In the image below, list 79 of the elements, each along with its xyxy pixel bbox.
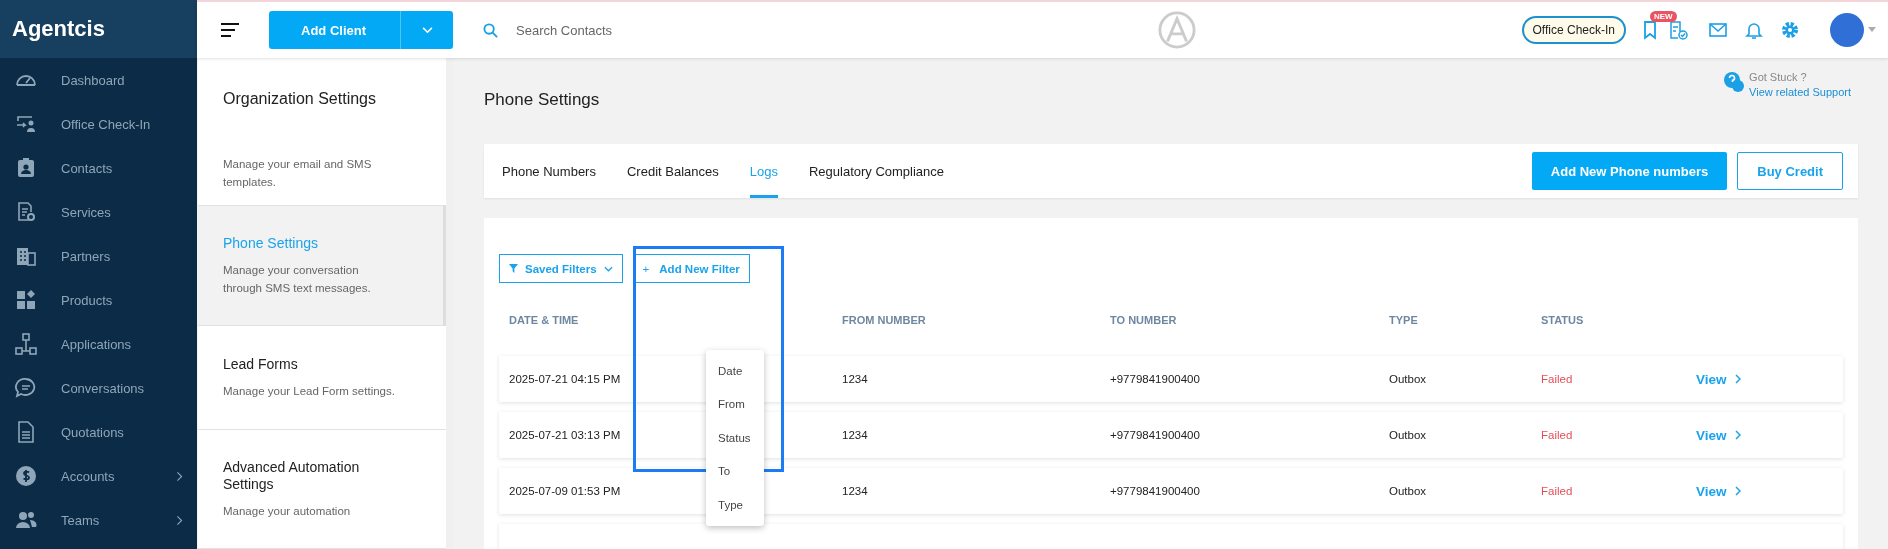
office-check-in-button[interactable]: Office Check-In [1521, 16, 1626, 44]
chevron-icon [1734, 430, 1741, 440]
caret-icon [603, 265, 613, 272]
network-icon [14, 332, 38, 356]
chevron-icon [176, 514, 183, 526]
caret-icon[interactable] [1868, 27, 1876, 33]
table-cell: +9779841900400 [1110, 429, 1200, 441]
dollar-icon [14, 464, 38, 488]
table-cell: 2025-07-21 04:15 PM [509, 373, 621, 385]
table-cell: +9779841900400 [1110, 373, 1200, 385]
table-cell: +9779841900400 [1110, 485, 1200, 497]
bell-icon[interactable] [1744, 20, 1764, 40]
table-cell: Outbox [1389, 485, 1427, 497]
status-text: Failed [1541, 373, 1573, 385]
nav-item[interactable]: Dashboard [0, 58, 197, 102]
caret-icon [421, 26, 433, 34]
settings-item-description: Manage your email and SMS templates. [223, 157, 373, 191]
table-cell: Outbox [1389, 373, 1427, 385]
column-header: STATUS [1541, 313, 1584, 326]
table-cell: Outbox [1389, 429, 1427, 441]
filter-icon [509, 264, 518, 273]
nav-item[interactable]: Conversations [0, 366, 197, 410]
new-badge: NEW [1650, 11, 1677, 22]
table-cell: 1234 [842, 485, 868, 497]
menu-item[interactable]: To [706, 454, 764, 488]
column-header: FROM NUMBER [842, 313, 926, 326]
settings-item[interactable]: Phone Settings Manage your conversation through SMS text messages. [198, 205, 446, 327]
brand-logo: Agentcis [0, 0, 197, 58]
settings-item[interactable]: Advanced Automation Settings Manage your automation [198, 430, 446, 549]
nav-item[interactable]: Quotations [0, 410, 197, 454]
blocks-icon [14, 288, 38, 312]
mail-icon[interactable] [1708, 20, 1728, 40]
support-link[interactable]: View related Support [1749, 86, 1851, 98]
nav-item[interactable]: Accounts [0, 454, 197, 498]
chevron-icon [1734, 374, 1741, 384]
nav-item[interactable]: Applications [0, 322, 197, 366]
nav-item[interactable]: Partners [0, 234, 197, 278]
chat-icon [14, 376, 38, 400]
column-header: TO NUMBER [1110, 313, 1177, 326]
settings-item[interactable]: Manage your email and SMS templates. [198, 142, 446, 206]
help-question: Got Stuck ? [1749, 71, 1808, 83]
nav-item[interactable]: Office Check-In [0, 102, 197, 146]
tab[interactable]: Phone Numbers [502, 144, 596, 198]
table-cell: 1234 [842, 373, 868, 385]
logo-icon [1158, 11, 1196, 49]
panel-title: Organization Settings [222, 89, 377, 109]
table-cell: 2025-07-09 01:53 PM [509, 485, 621, 497]
settings-icon[interactable] [1780, 20, 1800, 40]
help-chat-icon [1723, 71, 1746, 93]
menu-item[interactable]: From [706, 387, 764, 421]
settings-item-description: Manage your automation [223, 503, 352, 519]
page-title: Phone Settings [484, 90, 600, 110]
menu-icon[interactable] [221, 23, 239, 37]
column-header: TYPE [1389, 313, 1418, 326]
search-icon[interactable] [483, 22, 498, 38]
tab[interactable]: Regulatory Compliance [808, 144, 945, 198]
settings-item-title: Lead Forms [223, 355, 299, 373]
tab[interactable]: Credit Balances [626, 144, 719, 198]
avatar[interactable] [1830, 13, 1864, 47]
settings-item-title: Phone Settings [223, 234, 319, 252]
menu-item[interactable]: Date [706, 354, 764, 388]
settings-item-description: Manage your Lead Form settings. [223, 383, 396, 399]
menu-item[interactable]: Status [706, 421, 764, 455]
column-header: DATE & TIME [509, 313, 579, 326]
nav-item[interactable]: Contacts [0, 146, 197, 190]
menu-item[interactable]: Type [706, 488, 764, 522]
chevron-icon [176, 470, 183, 482]
settings-item-title: Advanced Automation Settings [223, 458, 361, 493]
settings-item[interactable]: Lead Forms Manage your Lead Form settings. [198, 326, 446, 431]
table-cell: 2025-07-21 03:13 PM [509, 429, 621, 441]
status-text: Failed [1541, 429, 1573, 441]
settings-item-description: Manage your conversation through SMS text messages. [223, 262, 372, 296]
chevron-icon [1734, 486, 1741, 496]
nav-item[interactable]: Products [0, 278, 197, 322]
checklist-icon[interactable] [1668, 20, 1688, 40]
table-cell: 1234 [842, 429, 868, 441]
status-text: Failed [1541, 485, 1573, 497]
nav-item[interactable]: Services [0, 190, 197, 234]
nav-item[interactable]: Teams [0, 498, 197, 542]
